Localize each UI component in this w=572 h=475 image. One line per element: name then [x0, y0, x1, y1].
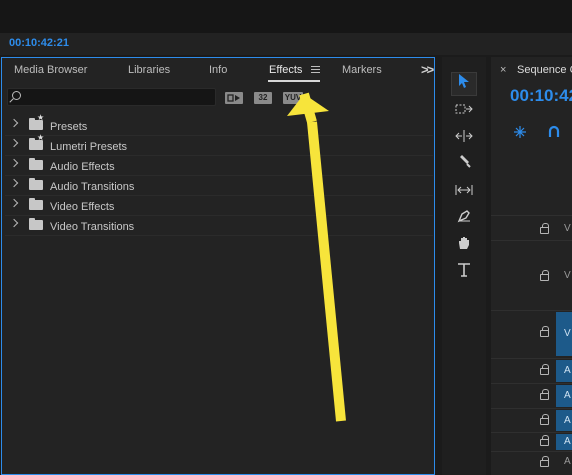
tree-item-label: Audio Effects: [50, 161, 115, 173]
active-tab-indicator: [268, 80, 320, 82]
track-row: V: [491, 215, 572, 240]
track-lock-icon[interactable]: [540, 389, 549, 400]
track-lock-icon[interactable]: [540, 414, 549, 425]
type-tool-icon[interactable]: [451, 262, 477, 286]
expand-caret-icon[interactable]: [9, 158, 19, 168]
selection-tool-icon[interactable]: [451, 72, 477, 96]
tree-item-label: Video Effects: [50, 201, 115, 213]
effects-panel: Media Browser Libraries Info Effects Mar…: [1, 57, 435, 475]
track-row: V: [491, 310, 572, 356]
track-label: A: [556, 385, 572, 407]
sequence-panel: × Sequence C 00:10:42 V V V A A A A A: [491, 57, 572, 475]
expand-caret-icon[interactable]: [9, 138, 19, 148]
tree-item-label: Video Transitions: [50, 221, 135, 233]
track-lock-icon[interactable]: [540, 326, 549, 337]
tree-item-video-effects[interactable]: Video Effects: [5, 196, 433, 216]
razor-tool-icon[interactable]: [451, 154, 477, 178]
panel-overflow-icon[interactable]: >>: [421, 62, 434, 77]
track-lock-icon[interactable]: [540, 270, 549, 281]
track-row: A: [491, 383, 572, 407]
expand-caret-icon[interactable]: [9, 118, 19, 128]
expand-caret-icon[interactable]: [9, 218, 19, 228]
program-monitor-timecode[interactable]: 00:10:42:21: [9, 37, 69, 49]
search-icon: [12, 91, 21, 100]
tree-item-lumetri-presets[interactable]: Lumetri Presets: [5, 133, 433, 156]
tree-item-presets[interactable]: Presets: [5, 113, 433, 136]
panel-menu-icon[interactable]: [311, 66, 320, 73]
tree-item-label: Presets: [50, 121, 88, 133]
expand-caret-icon[interactable]: [9, 198, 19, 208]
track-select-tool-icon[interactable]: [451, 100, 477, 124]
tab-info[interactable]: Info: [209, 64, 227, 76]
track-row: A: [491, 432, 572, 450]
track-label: V: [564, 223, 571, 234]
tree-item-label: Lumetri Presets: [50, 141, 128, 153]
tools-panel: [442, 57, 486, 475]
track-lock-icon[interactable]: [540, 364, 549, 375]
accelerated-effects-icon[interactable]: [225, 92, 243, 104]
effects-search-input[interactable]: [7, 88, 216, 106]
yuv-effects-icon[interactable]: YUV: [283, 92, 303, 104]
program-monitor-viewer: [0, 0, 572, 33]
tab-effects[interactable]: Effects: [269, 64, 302, 76]
linked-selection-icon[interactable]: [547, 125, 561, 142]
track-label: A: [556, 434, 572, 450]
folder-icon: [29, 218, 43, 230]
snap-icon[interactable]: [513, 125, 527, 142]
track-row: A: [491, 408, 572, 431]
tree-item-video-transitions[interactable]: Video Transitions: [5, 216, 433, 236]
ripple-edit-tool-icon[interactable]: [451, 127, 477, 151]
track-lock-icon[interactable]: [540, 435, 549, 446]
preset-folder-icon: [29, 113, 44, 130]
sequence-timecode[interactable]: 00:10:42: [510, 86, 572, 106]
track-label: A: [556, 360, 572, 382]
expand-caret-icon[interactable]: [9, 178, 19, 188]
tree-item-audio-transitions[interactable]: Audio Transitions: [5, 176, 433, 196]
tab-media-browser[interactable]: Media Browser: [14, 64, 87, 76]
track-row: A: [491, 358, 572, 382]
track-label: V: [564, 270, 571, 281]
track-label: A: [556, 410, 572, 431]
track-row: A: [491, 451, 572, 475]
track-lock-icon[interactable]: [540, 456, 549, 467]
folder-icon: [29, 178, 43, 190]
tree-item-audio-effects[interactable]: Audio Effects: [5, 156, 433, 176]
folder-icon: [29, 198, 43, 210]
hand-tool-icon[interactable]: [451, 235, 477, 259]
track-lock-icon[interactable]: [540, 223, 549, 234]
folder-icon: [29, 158, 43, 170]
effects-tree: Presets Lumetri Presets Audio Effects Au…: [5, 113, 433, 236]
tab-libraries[interactable]: Libraries: [128, 64, 170, 76]
slip-tool-icon[interactable]: [451, 181, 477, 205]
program-monitor-controls: [0, 33, 572, 55]
pen-tool-icon[interactable]: [451, 208, 477, 232]
preset-folder-icon: [29, 133, 44, 150]
tab-markers[interactable]: Markers: [342, 64, 382, 76]
32-bit-color-icon[interactable]: 32: [254, 92, 272, 104]
sequence-tab-title[interactable]: Sequence C: [517, 64, 572, 76]
close-tab-icon[interactable]: ×: [500, 64, 506, 76]
track-row: V: [491, 240, 572, 310]
track-label: A: [564, 456, 571, 467]
track-label: V: [556, 312, 572, 356]
tree-item-label: Audio Transitions: [50, 181, 135, 193]
panel-tab-bar: Media Browser Libraries Info Effects Mar…: [2, 58, 434, 82]
